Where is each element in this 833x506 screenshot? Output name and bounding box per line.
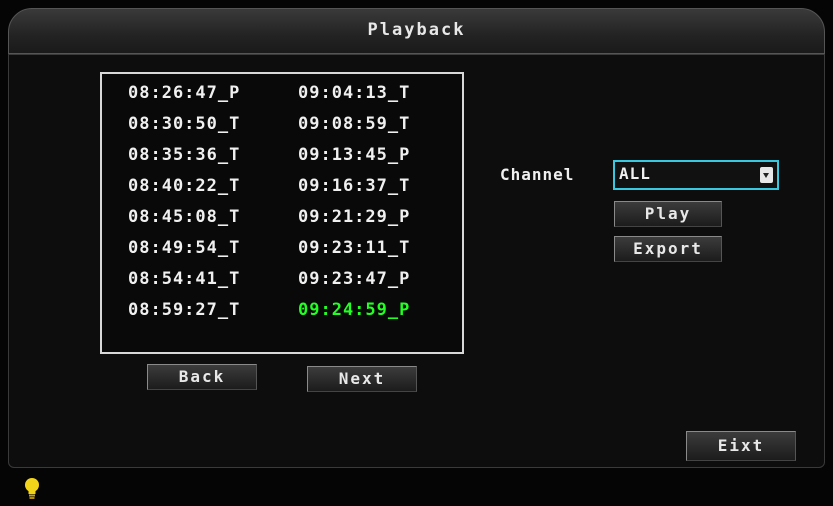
recording-item-selected[interactable]: 09:24:59_P [298, 297, 448, 323]
channel-select-value: ALL [619, 164, 651, 183]
recording-item[interactable]: 08:49:54_T [128, 235, 278, 261]
recording-item[interactable]: 08:35:36_T [128, 142, 278, 168]
recording-item[interactable]: 09:16:37_T [298, 173, 448, 199]
recording-item[interactable]: 09:04:13_T [298, 80, 448, 106]
title-bar: Playback [8, 8, 825, 54]
recording-item[interactable]: 08:40:22_T [128, 173, 278, 199]
channel-label: Channel [500, 165, 575, 184]
recording-item[interactable]: 09:23:47_P [298, 266, 448, 292]
recording-item[interactable]: 08:45:08_T [128, 204, 278, 230]
chevron-down-icon[interactable] [760, 167, 773, 183]
next-button[interactable]: Next [307, 366, 417, 392]
recording-item[interactable]: 09:13:45_P [298, 142, 448, 168]
recording-item[interactable]: 08:30:50_T [128, 111, 278, 137]
recording-item[interactable]: 08:54:41_T [128, 266, 278, 292]
channel-select[interactable]: ALL [613, 160, 779, 190]
recording-item[interactable]: 08:59:27_T [128, 297, 278, 323]
playback-window: Playback 08:26:47_P 08:30:50_T 08:35:36_… [0, 0, 833, 506]
recording-item[interactable]: 09:21:29_P [298, 204, 448, 230]
export-button[interactable]: Export [614, 236, 722, 262]
recording-list: 08:26:47_P 08:30:50_T 08:35:36_T 08:40:2… [100, 72, 464, 354]
exit-button[interactable]: Eixt [686, 431, 796, 461]
recording-item[interactable]: 09:23:11_T [298, 235, 448, 261]
back-button[interactable]: Back [147, 364, 257, 390]
window-title: Playback [367, 20, 466, 40]
play-button[interactable]: Play [614, 201, 722, 227]
recording-item[interactable]: 09:08:59_T [298, 111, 448, 137]
recording-item[interactable]: 08:26:47_P [128, 80, 278, 106]
lightbulb-icon [25, 478, 39, 499]
